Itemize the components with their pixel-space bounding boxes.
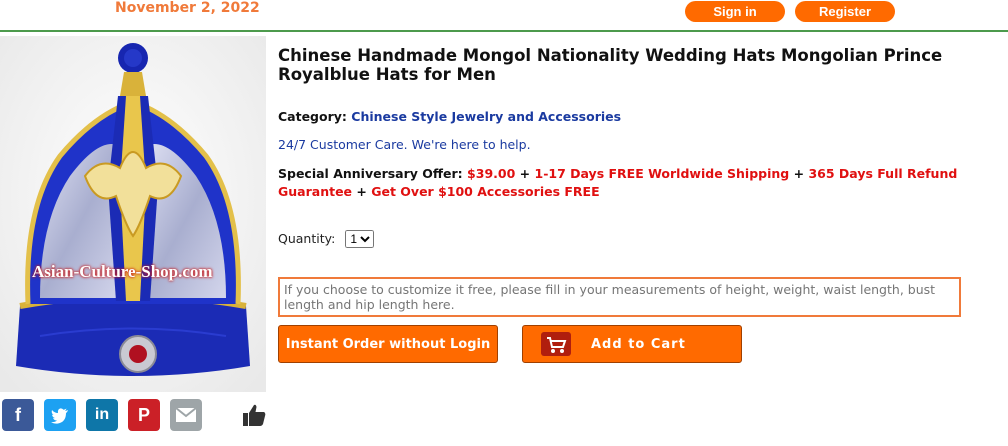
product-title: Chinese Handmade Mongol Nationality Wedd… (278, 46, 943, 84)
category-row: Category: Chinese Style Jewelry and Acce… (278, 109, 621, 124)
add-to-cart-label: Add to Cart (591, 337, 686, 352)
hat-illustration (0, 36, 266, 392)
plus-sign: + (793, 166, 805, 181)
facebook-icon[interactable]: f (2, 399, 34, 431)
plus-sign: + (519, 166, 531, 181)
price: $39.00 (467, 166, 516, 181)
customization-input[interactable] (278, 277, 961, 317)
plus-sign: + (356, 184, 367, 199)
special-offer: Special Anniversary Offer: $39.00 + 1-17… (278, 165, 1008, 201)
header-date: November 2, 2022 (115, 0, 260, 16)
category-label: Category: (278, 109, 347, 124)
register-button[interactable]: Register (795, 1, 895, 22)
category-link[interactable]: Chinese Style Jewelry and Accessories (351, 109, 621, 124)
accessories-offer: Get Over $100 Accessories FREE (371, 184, 600, 199)
product-image[interactable]: Asian-Culture-Shop.com (0, 36, 266, 392)
customer-care-text: 24/7 Customer Care. We're here to help. (278, 137, 531, 152)
image-watermark: Asian-Culture-Shop.com (32, 262, 213, 281)
quantity-select[interactable]: 1 (345, 230, 375, 248)
twitter-icon[interactable] (44, 399, 76, 431)
shipping-offer: 1-17 Days FREE Worldwide Shipping (534, 166, 790, 181)
signin-button[interactable]: Sign in (685, 1, 785, 22)
email-icon[interactable] (170, 399, 202, 431)
quantity-row: Quantity: 1 (278, 230, 375, 248)
header-divider (0, 30, 1008, 32)
instant-order-button[interactable]: Instant Order without Login (278, 325, 498, 363)
add-to-cart-button[interactable]: Add to Cart (522, 325, 742, 363)
quantity-label: Quantity: (278, 231, 336, 246)
pinterest-icon[interactable]: P (128, 399, 160, 431)
offer-label: Special Anniversary Offer: (278, 166, 463, 181)
cart-icon (541, 332, 571, 356)
thumbs-up-icon[interactable] (240, 401, 268, 429)
linkedin-icon[interactable]: in (86, 399, 118, 431)
